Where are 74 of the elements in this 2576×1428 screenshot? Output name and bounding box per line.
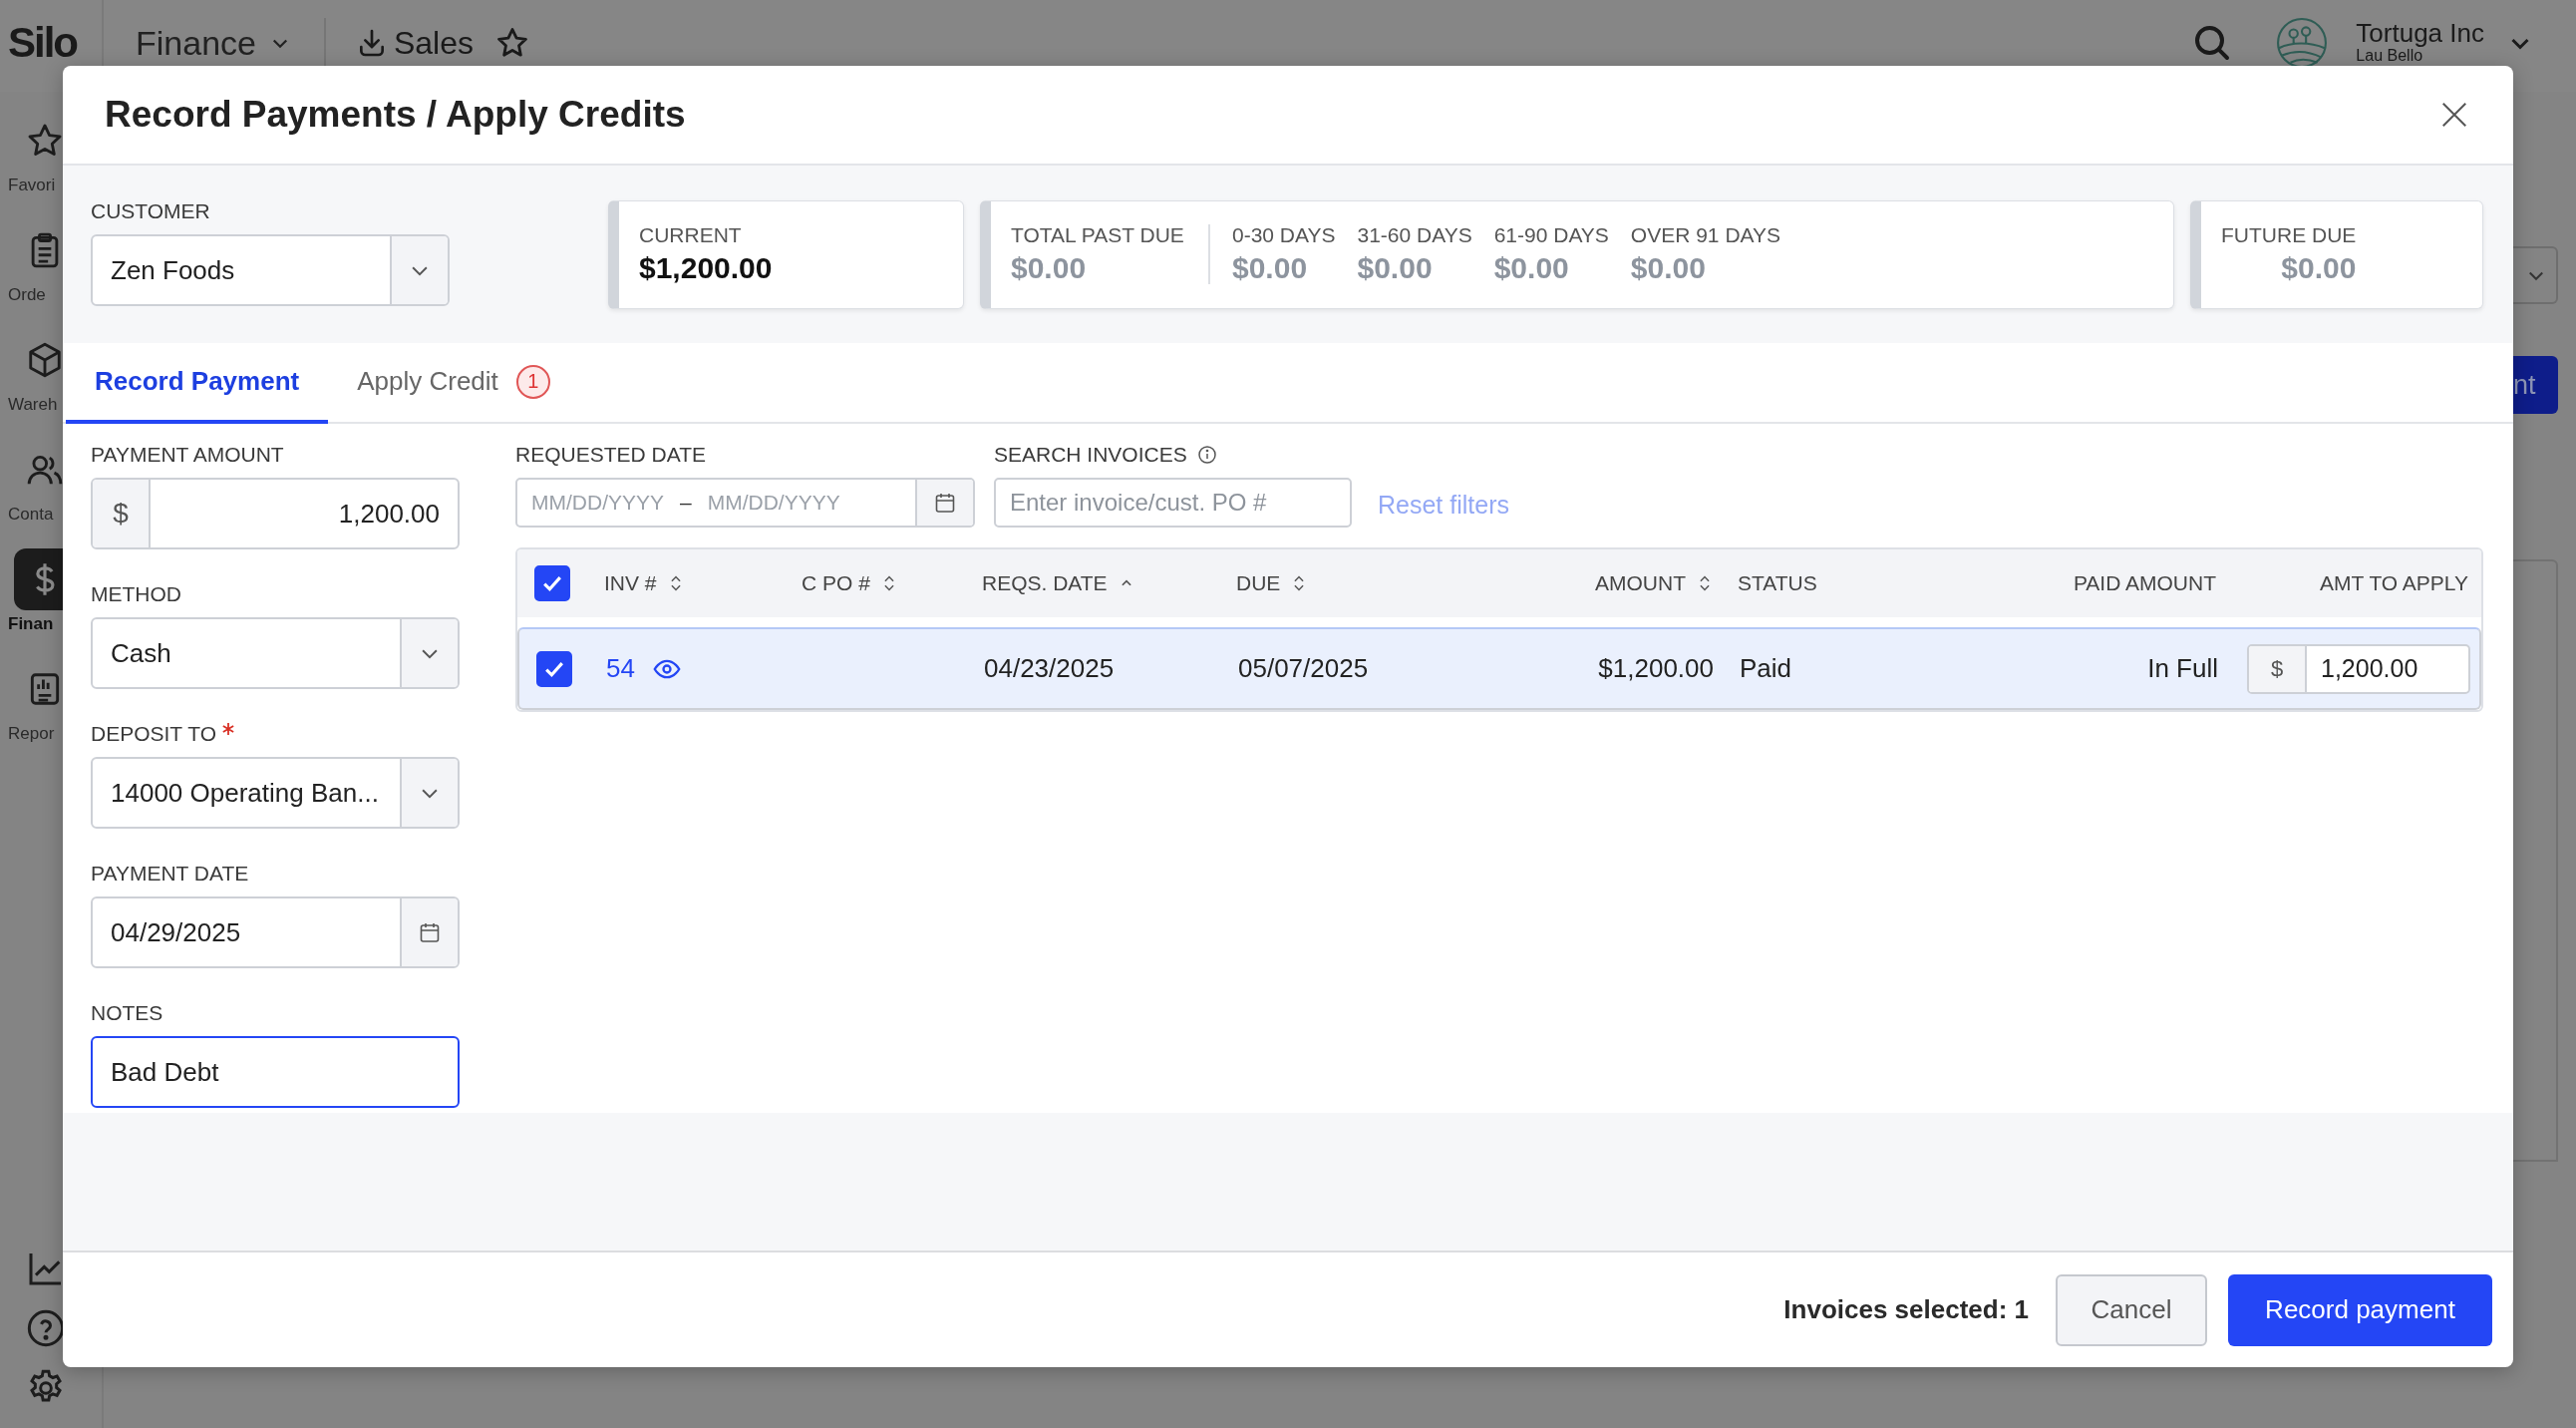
column-header[interactable]: REQS. DATE xyxy=(982,571,1108,595)
avatar-icon[interactable] xyxy=(2276,17,2329,69)
checkbox[interactable] xyxy=(534,565,570,601)
notes-field[interactable]: Bad Debt xyxy=(91,1036,460,1108)
sort-icon[interactable] xyxy=(1698,573,1712,593)
stat-label: 31-60 DAYS xyxy=(1357,223,1472,247)
stat-value: $0.00 xyxy=(1232,251,1309,285)
table-cell: In Full xyxy=(2147,653,2218,684)
sidebar-item[interactable]: Conta xyxy=(0,439,76,548)
table-cell: Paid xyxy=(1740,653,1792,684)
checkbox[interactable] xyxy=(536,650,572,687)
field-label: NOTES xyxy=(91,1000,164,1026)
stat-value: $1,200.00 xyxy=(639,251,773,285)
stat-label: 61-90 DAYS xyxy=(1493,223,1609,247)
stat-value: $0.00 xyxy=(1630,251,1707,285)
action-button[interactable]: nt xyxy=(2513,356,2558,414)
table-cell: 04/23/2025 xyxy=(984,653,1115,684)
calendar-icon[interactable] xyxy=(418,920,442,944)
calendar-icon[interactable] xyxy=(933,491,957,515)
company-name: Tortuga Inc xyxy=(2356,20,2484,46)
stat-label: FUTURE DUE xyxy=(2221,223,2357,247)
sidebar-item[interactable]: Orde xyxy=(0,219,76,329)
tab[interactable]: Apply Credit 1 xyxy=(328,343,579,424)
column-header[interactable]: INV # xyxy=(604,571,657,595)
column-header[interactable]: STATUS xyxy=(1738,571,1817,595)
field-label: SEARCH INVOICES xyxy=(994,442,1187,468)
cancel-button[interactable]: Cancel xyxy=(2056,1273,2207,1346)
stat-value: $0.00 xyxy=(1357,251,1434,285)
column-header[interactable]: AMT TO APPLY xyxy=(2320,571,2468,595)
user-name: Lau Bello xyxy=(2356,48,2424,64)
star-icon[interactable] xyxy=(495,26,529,60)
cube-icon[interactable] xyxy=(26,341,64,379)
page-title: Sales xyxy=(393,24,474,62)
stat-value: $0.00 xyxy=(1011,251,1088,285)
method-select[interactable]: Cash xyxy=(91,617,460,689)
module-menu[interactable]: Finance xyxy=(136,23,290,63)
field-label: DEPOSIT TO xyxy=(91,721,217,747)
stat-value: $0.00 xyxy=(2281,251,2357,285)
search-field[interactable]: Enter invoice/cust. PO # xyxy=(994,478,1352,528)
stat-label: TOTAL PAST DUE xyxy=(1011,223,1185,247)
stat-value: $0.00 xyxy=(1493,251,1570,285)
date-range-field[interactable]: MM/DD/YYYY – MM/DD/YYYY xyxy=(515,478,975,528)
payment-amount-field[interactable]: $ 1,200.00 xyxy=(91,478,460,549)
sidebar-item[interactable]: Favori xyxy=(0,110,76,219)
sidebar-item[interactable]: Repor xyxy=(0,658,76,768)
field-label: PAYMENT AMOUNT xyxy=(91,442,285,468)
column-header[interactable]: PAID AMOUNT xyxy=(2073,571,2216,595)
date-field[interactable]: 04/29/2025 xyxy=(91,896,460,968)
stat-label: CURRENT xyxy=(639,223,743,247)
column-header[interactable]: C PO # xyxy=(802,571,870,595)
close-icon[interactable] xyxy=(2439,100,2469,130)
help-icon[interactable] xyxy=(26,1308,66,1348)
dialog-title: Record Payments / Apply Credits xyxy=(105,94,687,136)
amount-to-apply-field[interactable]: $ 1,200.00 xyxy=(2247,643,2470,694)
field-label: METHOD xyxy=(91,581,182,607)
table-cell: $1,200.00 xyxy=(1598,653,1714,684)
info-icon[interactable] xyxy=(1196,445,1217,465)
stat-label: OVER 91 DAYS xyxy=(1630,223,1780,247)
count-badge: 1 xyxy=(515,364,550,399)
table-row[interactable]: 54 04/23/2025 05/07/2025 $1,200.00 Paid In Full $ 1,200.00 xyxy=(517,627,2481,710)
table-cell: 05/07/2025 xyxy=(1238,653,1369,684)
field-label: CUSTOMER xyxy=(91,198,211,224)
field-label: REQUESTED DATE xyxy=(515,442,707,468)
column-header[interactable]: DUE xyxy=(1236,571,1281,595)
selection-summary: Invoices selected: 1 xyxy=(1783,1294,2029,1325)
invoice-link[interactable]: 54 xyxy=(606,653,635,684)
record-payment-button[interactable]: Record payment xyxy=(2228,1273,2492,1346)
logo[interactable]: Silo xyxy=(8,19,77,67)
customer-select[interactable]: Zen Foods xyxy=(91,234,450,306)
column-header[interactable]: AMOUNT xyxy=(1595,571,1686,595)
stat-label: 0-30 DAYS xyxy=(1232,223,1336,247)
deposit-account-select[interactable]: 14000 Operating Ban... xyxy=(91,757,460,829)
tab[interactable]: Record Payment xyxy=(66,343,329,424)
field-label: PAYMENT DATE xyxy=(91,861,250,887)
